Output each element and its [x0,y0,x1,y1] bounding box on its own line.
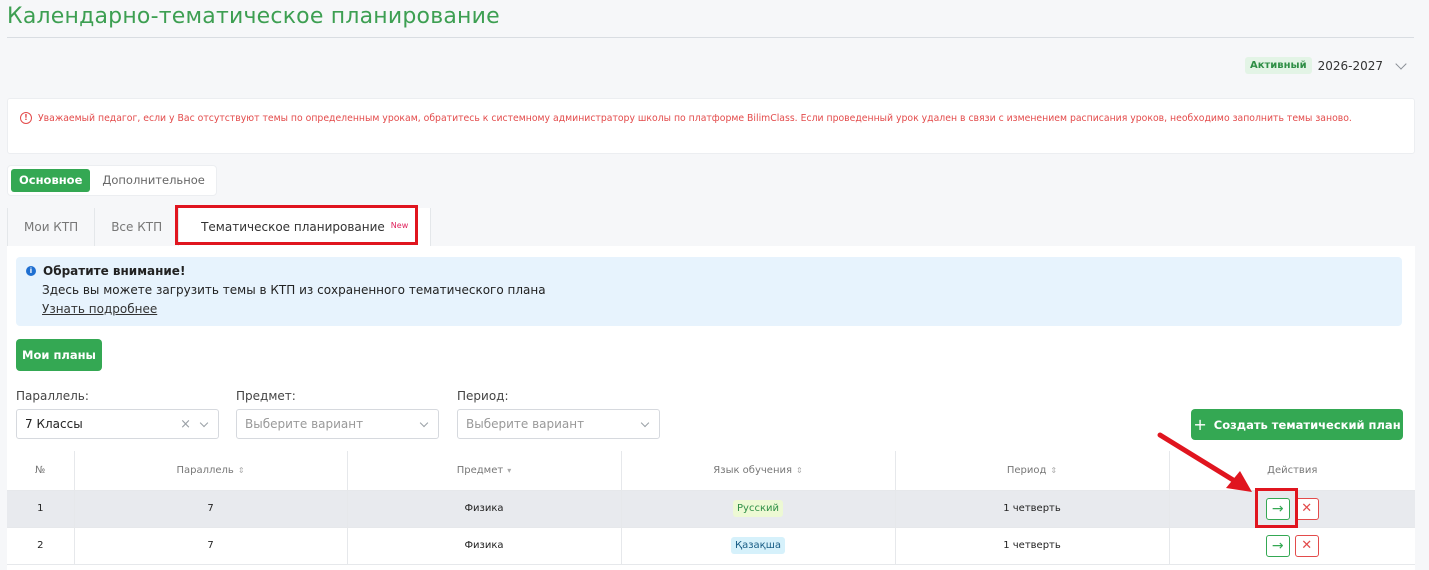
col-language-label: Язык обучения [713,464,792,476]
sort-icon: ⇕ [237,465,245,475]
table-header-row: № Параллель ⇕ Предмет ▾ Язык обучения ⇕ Пер… [7,451,1415,491]
subject-select-placeholder: Выберите вариант [245,417,364,431]
notice-box: i Обратите внимание! Здесь вы можете заг… [16,257,1402,326]
col-parallel[interactable]: Параллель ⇕ [74,451,348,491]
cell-language: Қазақша [621,527,896,565]
subject-label: Предмет: [236,389,296,403]
sort-icon: ⇕ [796,465,803,475]
title-divider [7,37,1414,38]
tab-my-ktp[interactable]: Мои КТП [7,208,96,246]
warning-banner: ! Уважаемый педагог, если у Вас отсутств… [7,98,1415,154]
col-num-label: № [35,464,46,476]
tab-all-ktp-label: Все КТП [111,220,163,234]
subject-select[interactable]: Выберите вариант [236,409,439,439]
col-actions: Действия [1169,451,1415,491]
cell-num: 1 [7,490,75,528]
thematic-panel: i Обратите внимание! Здесь вы можете заг… [7,246,1415,570]
col-actions-label: Действия [1267,464,1318,476]
col-parallel-label: Параллель [176,464,234,476]
cell-parallel: 7 [74,527,348,565]
chevron-down-icon [640,418,650,427]
year-selector[interactable]: Активный 2026-2027 [1244,57,1407,74]
info-icon: i [26,266,36,276]
delete-icon[interactable]: ✕ [1294,534,1319,557]
segment-extra-button[interactable]: Дополнительное [94,169,212,192]
col-subject-label: Предмет [456,464,504,476]
cell-language: Русский [621,490,896,528]
cell-subject: Физика [347,527,622,565]
sort-icon: ⇕ [1050,465,1058,475]
parallel-select-value: 7 Классы [25,417,83,431]
open-arrow-icon[interactable]: → [1265,534,1290,557]
cell-parallel: 7 [74,490,348,528]
warning-icon: ! [20,112,32,124]
parallel-select[interactable]: 7 Классы × [16,409,219,439]
tab-thematic-planning[interactable]: Тематическое планирование New [179,208,432,246]
period-select-placeholder: Выберите вариант [466,417,585,431]
col-subject[interactable]: Предмет ▾ [347,451,622,491]
clear-icon[interactable]: × [180,417,191,432]
chevron-down-icon [1395,57,1407,70]
my-plans-button[interactable]: Мои планы [16,339,102,371]
notice-title: Обратите внимание! [43,264,186,278]
active-badge: Активный [1244,57,1312,74]
tabs: Мои КТП Все КТП Тематическое планировани… [7,208,432,246]
chevron-down-icon [419,418,429,427]
plus-icon: + [1193,414,1207,434]
create-plan-button[interactable]: + Создать тематический план [1191,409,1403,440]
parallel-label: Параллель: [16,389,89,403]
tab-my-ktp-label: Мои КТП [24,220,79,234]
delete-icon[interactable]: ✕ [1294,497,1319,520]
col-num: № [7,451,75,491]
year-value: 2026-2027 [1317,58,1383,73]
period-label: Период: [457,389,509,403]
new-badge: New [390,220,409,230]
page-title: Календарно-тематическое планирование [7,4,500,29]
language-badge: Русский [733,500,783,517]
learn-more-link[interactable]: Узнать подробнее [42,302,157,316]
cell-subject: Физика [347,490,622,528]
sort-down-icon: ▾ [507,465,512,475]
period-select[interactable]: Выберите вариант [457,409,660,439]
col-period[interactable]: Период ⇕ [895,451,1170,491]
cell-num: 2 [7,527,75,565]
cell-actions: → ✕ [1169,527,1415,565]
col-language[interactable]: Язык обучения ⇕ [621,451,896,491]
chevron-down-icon [199,418,209,427]
plans-table: № Параллель ⇕ Предмет ▾ Язык обучения ⇕ Пер… [7,451,1415,565]
table-row: 1 7 Физика Русский 1 четверть → ✕ [7,490,1415,528]
tab-thematic-planning-label: Тематическое планирование [201,220,385,234]
segment-main-button[interactable]: Основное [11,169,91,192]
cell-period: 1 четверть [895,527,1170,565]
section-switch: Основное Дополнительное [7,165,217,196]
cell-period: 1 четверть [895,490,1170,528]
table-row: 2 7 Физика Қазақша 1 четверть → ✕ [7,527,1415,565]
cell-actions: → ✕ [1169,490,1415,528]
open-arrow-icon[interactable]: → [1265,497,1290,520]
tab-all-ktp[interactable]: Все КТП [95,208,180,246]
language-badge: Қазақша [731,537,785,554]
notice-header: i Обратите внимание! [26,264,1392,278]
create-plan-label: Создать тематический план [1213,417,1401,432]
notice-body: Здесь вы можете загрузить темы в КТП из … [42,283,546,297]
warning-text: Уважаемый педагог, если у Вас отсутствую… [38,113,1352,124]
col-period-label: Период [1006,464,1047,476]
